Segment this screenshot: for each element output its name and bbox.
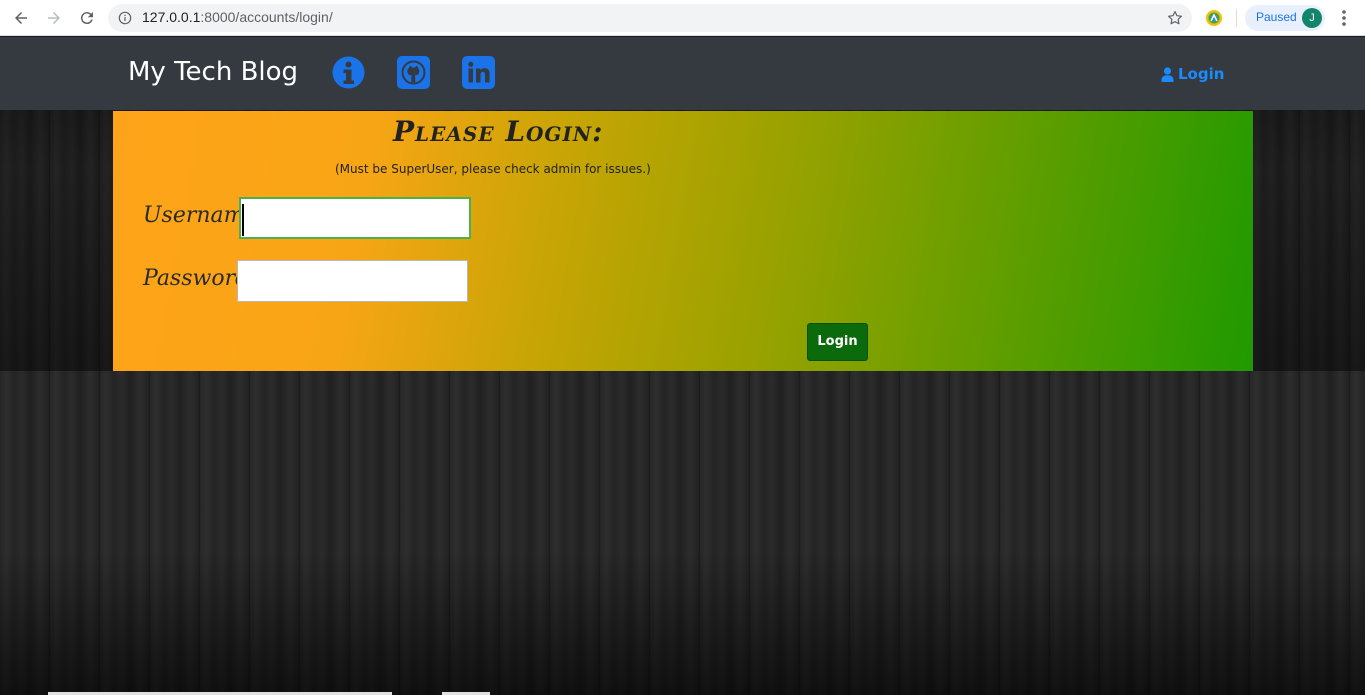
github-icon (397, 56, 430, 89)
page-background: My Tech Blog Login Please Login: (Must b… (0, 37, 1365, 695)
login-hint: (Must be SuperUser, please check admin f… (335, 162, 651, 176)
login-panel: Please Login: (Must be SuperUser, please… (113, 111, 1253, 371)
linkedin-link[interactable] (462, 56, 495, 89)
bookmark-star-icon[interactable] (1166, 9, 1184, 27)
arrow-left-icon (15, 12, 27, 24)
brand-link[interactable]: My Tech Blog (128, 57, 298, 87)
forward-button[interactable] (42, 6, 66, 30)
nav-login-label: Login (1178, 65, 1225, 83)
info-circle-icon[interactable] (118, 11, 132, 25)
address-bar[interactable]: 127.0.0.1:8000/accounts/login/ (108, 4, 1192, 32)
login-submit-button[interactable]: Login (807, 323, 868, 361)
arrow-right-icon (48, 12, 60, 24)
reload-icon (80, 12, 93, 25)
reload-button[interactable] (75, 6, 99, 30)
url-path: :8000/accounts/login/ (200, 9, 333, 25)
info-icon (332, 56, 365, 89)
back-button[interactable] (9, 6, 33, 30)
page-title: Please Login: (393, 115, 604, 148)
avatar: J (1302, 8, 1322, 28)
url-host: 127.0.0.1 (142, 9, 201, 25)
nav-login-link[interactable]: Login (1161, 65, 1224, 83)
user-icon (1161, 66, 1174, 82)
toolbar-divider (1236, 9, 1237, 27)
profile-status: Paused (1256, 10, 1297, 24)
extension-icon[interactable] (1205, 9, 1223, 27)
password-field[interactable] (237, 260, 468, 302)
text-caret (242, 204, 244, 236)
username-field[interactable] (239, 197, 471, 239)
more-menu-icon[interactable] (1336, 9, 1352, 27)
url-text[interactable]: 127.0.0.1:8000/accounts/login/ (142, 9, 333, 25)
site-navbar: My Tech Blog Login (0, 37, 1365, 110)
profile-button[interactable]: Paused J (1245, 5, 1325, 31)
info-link[interactable] (332, 56, 365, 89)
linkedin-icon (462, 56, 495, 89)
browser-toolbar: 127.0.0.1:8000/accounts/login/ Paused J (0, 0, 1365, 36)
github-link[interactable] (397, 56, 430, 89)
